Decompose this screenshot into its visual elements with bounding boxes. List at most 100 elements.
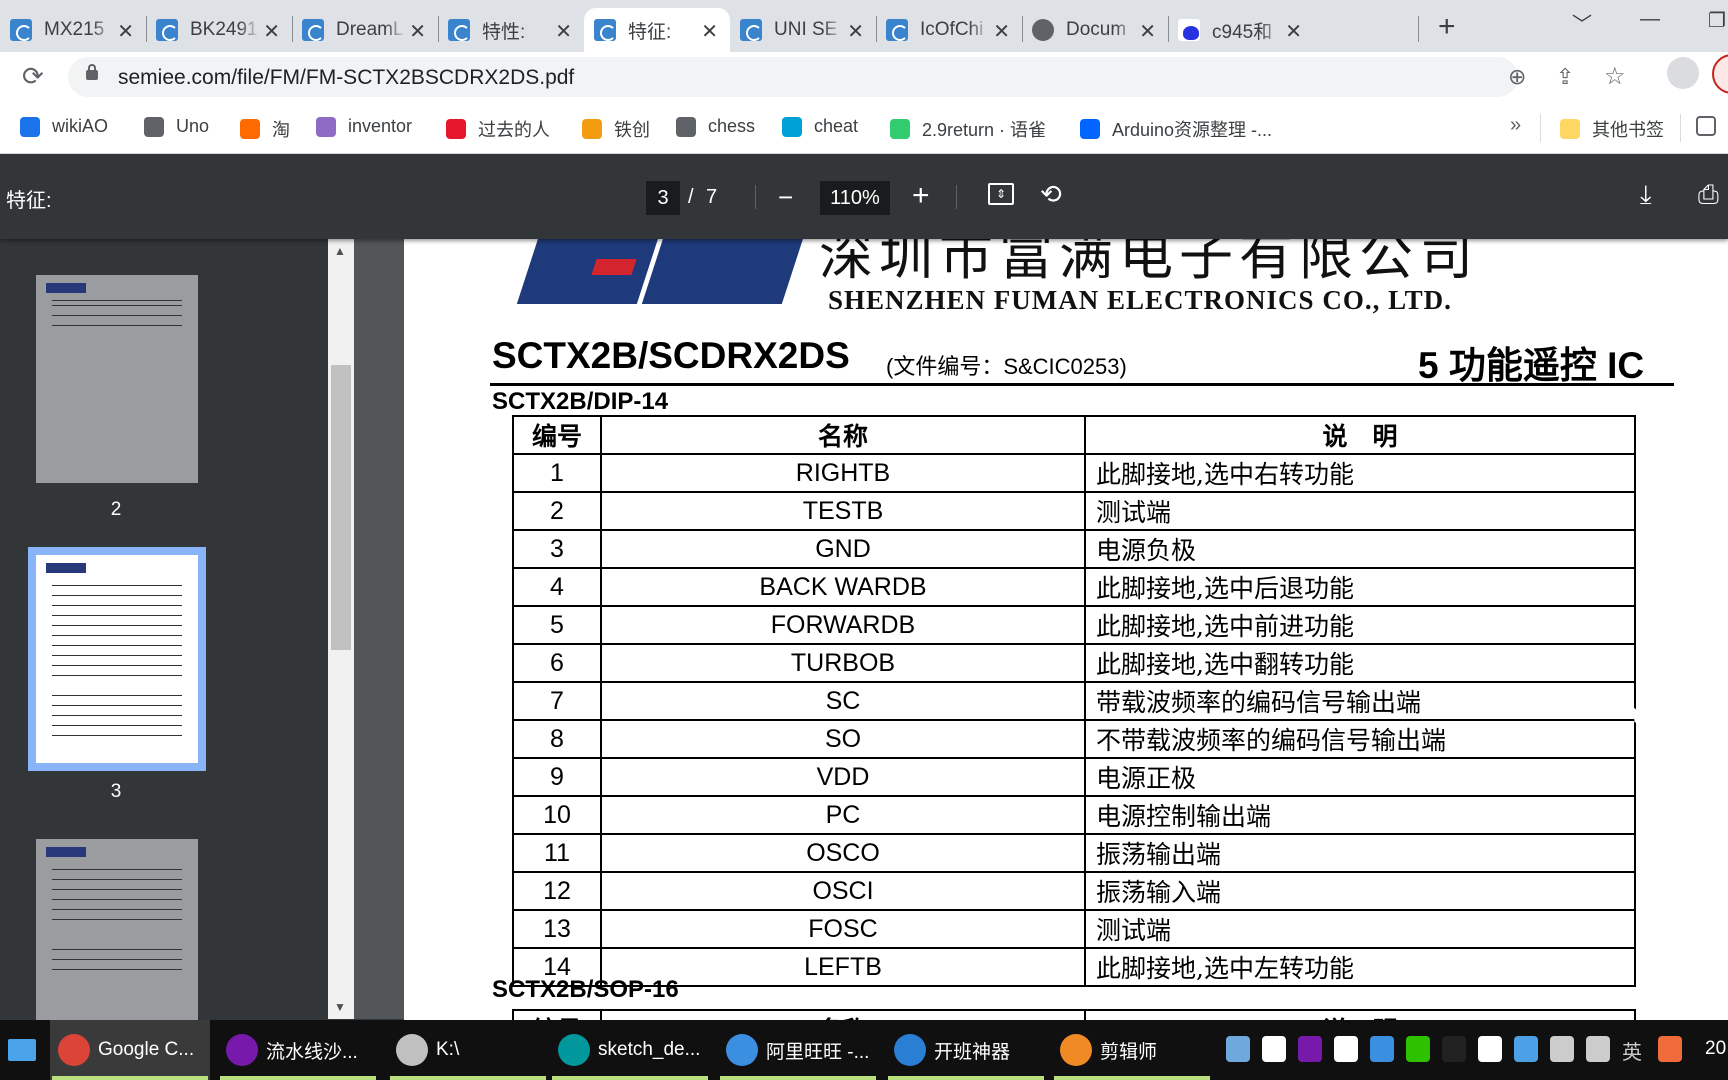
close-tab-icon[interactable]: ✕ (409, 19, 426, 44)
print-icon[interactable]: ⎙ (1698, 179, 1719, 211)
pin-number: 9 (512, 757, 602, 797)
running-indicator (220, 1076, 376, 1080)
bookmark-item[interactable]: Arduino资源整理 -... (1080, 116, 1272, 142)
sidebar-scrollbar-thumb[interactable] (331, 365, 351, 650)
reload-icon[interactable]: ⟳ (22, 61, 44, 92)
address-bar[interactable]: semiee.com/file/FM/FM-SCTX2BSCDRX2DS.pdf… (68, 57, 1626, 97)
tab[interactable]: BK2491 ✕ (146, 8, 292, 52)
rotate-icon[interactable]: ⟲ (1040, 179, 1062, 210)
bookmark-item[interactable]: Uno (144, 116, 209, 137)
bookmark-favicon-icon (446, 119, 466, 139)
page-thumbnail[interactable] (36, 275, 198, 483)
bookmark-item[interactable]: wikiAO (20, 116, 108, 137)
bookmark-favicon-icon (782, 116, 802, 137)
task-view-button[interactable] (0, 1020, 40, 1080)
arduino-icon[interactable] (1334, 1036, 1358, 1062)
tab[interactable]: c945和 ✕ (1168, 8, 1314, 52)
taskbar-app[interactable]: sketch_de... (550, 1020, 710, 1080)
other-bookmarks-label: 其他书签 (1592, 120, 1664, 140)
profile-avatar-icon[interactable] (1667, 57, 1699, 89)
share-icon[interactable]: ⇪ (1556, 64, 1574, 90)
page-separator: / (688, 186, 694, 208)
close-tab-icon[interactable]: ✕ (555, 19, 572, 44)
scroll-down-arrow-icon[interactable]: ▼ (334, 1000, 346, 1014)
bookmark-app-icon[interactable] (1262, 1036, 1286, 1062)
page-number-input[interactable]: 3 (646, 181, 680, 215)
chat-app-icon[interactable] (1514, 1036, 1538, 1062)
taskbar-app[interactable]: 阿里旺旺 -... (718, 1020, 878, 1080)
page-thumbnail-current[interactable] (28, 547, 206, 771)
tab-title: DreamL (336, 19, 404, 40)
sogou-icon[interactable] (1658, 1036, 1682, 1062)
bookmark-favicon-icon (20, 116, 40, 137)
taskbar-app[interactable]: Google C... (50, 1020, 210, 1080)
pin-number: 7 (512, 681, 602, 721)
bookmark-item[interactable]: 铁创 (582, 116, 650, 142)
tab-search-button[interactable]: ﹀ (1572, 8, 1592, 37)
close-tab-icon[interactable]: ✕ (1139, 19, 1156, 44)
microphone-icon[interactable] (1478, 1036, 1502, 1062)
minimize-button[interactable]: — (1640, 8, 1660, 31)
download-icon[interactable]: ⤓ (1640, 179, 1652, 211)
tab[interactable]: IcOfChi ✕ (876, 8, 1022, 52)
bookmark-item[interactable]: chess (676, 116, 755, 137)
section-heading-sop16: SCTX2B/SOP-16 (492, 976, 679, 1003)
tab[interactable]: DreamL ✕ (292, 8, 438, 52)
taskbar-app[interactable]: 开班神器 (886, 1020, 1046, 1080)
other-bookmarks-folder[interactable]: 其他书签 (1560, 116, 1664, 142)
search-tool-icon[interactable] (1226, 1036, 1250, 1062)
zoom-icon[interactable]: ⊕ (1508, 64, 1526, 90)
app-icon (396, 1034, 428, 1066)
table-row: 4 BACK WARDB 此脚接地,选中后退功能 (512, 567, 1636, 607)
close-tab-icon[interactable]: ✕ (117, 19, 134, 44)
tab[interactable]: UNI SE ✕ (730, 8, 876, 52)
reading-list-button[interactable] (1696, 116, 1728, 136)
taskbar-app[interactable]: 流水线沙... (218, 1020, 378, 1080)
table-row: 1 RIGHTB 此脚接地,选中右转功能 (512, 453, 1636, 493)
account-icon[interactable] (1712, 54, 1728, 94)
restore-button[interactable]: ❐ (1708, 8, 1726, 33)
tab-title: 特征: (628, 21, 672, 43)
taskbar-app[interactable]: 剪辑师 (1052, 1020, 1212, 1080)
star-icon[interactable]: ☆ (1604, 62, 1626, 91)
lock-icon[interactable] (86, 64, 98, 80)
close-tab-icon[interactable]: ✕ (847, 19, 864, 44)
pin-number: 10 (512, 795, 602, 835)
pin-description: 此脚接地,选中翻转功能 (1084, 643, 1636, 683)
page-thumbnail[interactable] (36, 839, 198, 1047)
bookmark-item[interactable]: 2.9return · 语雀 (890, 116, 1046, 142)
bookmark-item[interactable]: 过去的人 (446, 116, 550, 142)
close-tab-icon[interactable]: ✕ (263, 19, 280, 44)
tab[interactable]: Docum ✕ (1022, 8, 1168, 52)
taskbar-app[interactable]: K:\ (388, 1020, 548, 1080)
wechat-icon[interactable] (1406, 1036, 1430, 1062)
network-icon[interactable] (1586, 1036, 1610, 1062)
tab[interactable]: 特性: ✕ (438, 8, 584, 52)
tab[interactable]: MX215 ✕ (0, 8, 146, 52)
close-tab-icon[interactable]: ✕ (1285, 19, 1302, 44)
volume-icon[interactable] (1550, 1036, 1574, 1062)
aliwangwang-icon[interactable] (1370, 1036, 1394, 1062)
scroll-up-arrow-icon[interactable]: ▲ (334, 244, 346, 258)
clock[interactable]: 20 (1705, 1038, 1726, 1060)
bookmark-item[interactable]: cheat (782, 116, 858, 137)
bookmark-item[interactable]: inventor (316, 116, 412, 137)
zoom-in-button[interactable]: + (912, 179, 930, 213)
close-tab-icon[interactable]: ✕ (993, 19, 1010, 44)
fit-to-page-icon[interactable]: ⇕ (988, 183, 1014, 205)
zoom-level-input[interactable]: 110% (820, 181, 890, 215)
bookmark-item[interactable]: 淘 (240, 116, 290, 142)
ime-icon[interactable]: 英 (1622, 1036, 1646, 1064)
new-tab-button[interactable]: + (1438, 10, 1456, 44)
pdf-doc-icon (886, 19, 908, 41)
onenote-icon[interactable] (1298, 1036, 1322, 1062)
bookmark-label: 淘 (272, 120, 290, 140)
bookmarks-overflow-button[interactable]: » (1510, 114, 1521, 137)
tab[interactable]: 特征: ✕ (584, 8, 730, 52)
running-indicator (52, 1076, 208, 1080)
zoom-out-button[interactable]: − (778, 182, 793, 213)
url-text[interactable]: semiee.com/file/FM/FM-SCTX2BSCDRX2DS.pdf (118, 66, 574, 90)
qq-icon[interactable] (1442, 1036, 1466, 1062)
tab-divider (1418, 16, 1419, 42)
close-tab-icon[interactable]: ✕ (701, 19, 718, 44)
